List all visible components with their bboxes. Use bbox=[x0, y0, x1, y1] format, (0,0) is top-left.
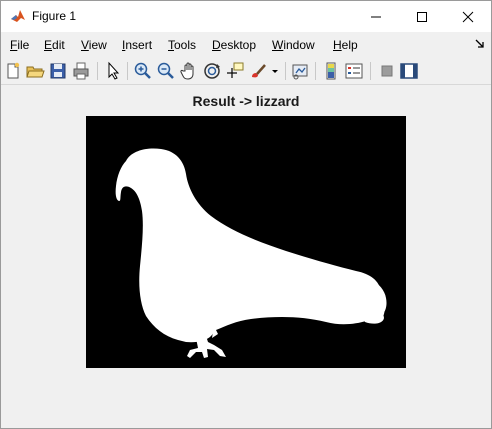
image-axes[interactable] bbox=[86, 116, 406, 368]
minimize-button[interactable] bbox=[353, 1, 399, 32]
bird-silhouette bbox=[86, 116, 406, 368]
matlab-app-icon bbox=[10, 8, 26, 24]
figure-toolbar bbox=[1, 58, 491, 85]
zoom-in-icon[interactable] bbox=[133, 61, 153, 81]
minimize-icon bbox=[371, 16, 381, 17]
maximize-icon bbox=[417, 11, 427, 22]
menu-window-mnemonic: W bbox=[272, 38, 284, 52]
close-icon bbox=[462, 11, 474, 22]
menu-file-label: ile bbox=[17, 38, 30, 52]
menu-view-label: iew bbox=[88, 38, 107, 52]
menu-edit-mnemonic: E bbox=[44, 38, 53, 52]
brush-dropdown-icon[interactable] bbox=[270, 61, 280, 81]
print-icon[interactable] bbox=[71, 61, 91, 81]
insert-colorbar-icon[interactable] bbox=[321, 61, 341, 81]
figure-window: Figure 1 File Edit View Insert Tools Des… bbox=[0, 0, 492, 429]
new-figure-icon[interactable] bbox=[3, 61, 23, 81]
menu-insert[interactable]: Insert bbox=[122, 38, 152, 52]
menu-tools-label: ools bbox=[174, 38, 197, 52]
toolbar-separator bbox=[97, 62, 98, 80]
close-button[interactable] bbox=[445, 1, 491, 32]
window-title: Figure 1 bbox=[32, 9, 77, 23]
menu-file[interactable]: File bbox=[10, 38, 29, 52]
insert-legend-icon[interactable] bbox=[344, 61, 364, 81]
menu-window-label: indow bbox=[283, 38, 315, 52]
link-plot-icon[interactable] bbox=[290, 61, 310, 81]
toolbar-separator bbox=[315, 62, 316, 80]
maximize-button[interactable] bbox=[399, 1, 445, 32]
hide-plot-tools-icon[interactable] bbox=[377, 61, 397, 81]
pan-icon[interactable] bbox=[179, 61, 199, 81]
data-cursor-icon[interactable] bbox=[225, 61, 245, 81]
menu-view-mnemonic: V bbox=[81, 38, 89, 52]
menu-help-label: elp bbox=[341, 38, 358, 52]
toolbar-separator bbox=[127, 62, 128, 80]
menu-insert-label: nsert bbox=[125, 38, 153, 52]
brush-icon[interactable] bbox=[248, 61, 268, 81]
menu-view[interactable]: View bbox=[81, 38, 107, 52]
menu-bar: File Edit View Insert Tools Desktop Wind… bbox=[1, 34, 491, 56]
plot-title: Result -> lizzard bbox=[192, 93, 300, 109]
menu-help-mnemonic: H bbox=[333, 38, 342, 52]
menu-edit-label: dit bbox=[52, 38, 65, 52]
menu-help[interactable]: Help bbox=[333, 38, 358, 52]
open-file-icon[interactable] bbox=[25, 61, 45, 81]
toolbar-separator bbox=[370, 62, 371, 80]
menu-desktop-mnemonic: D bbox=[212, 38, 221, 52]
dock-arrow-icon[interactable] bbox=[475, 39, 485, 49]
show-plot-tools-icon[interactable] bbox=[399, 61, 419, 81]
menu-edit[interactable]: Edit bbox=[44, 38, 65, 52]
menu-desktop-label: esktop bbox=[220, 38, 257, 52]
pointer-icon[interactable] bbox=[103, 61, 123, 81]
toolbar-separator bbox=[285, 62, 286, 80]
menu-desktop[interactable]: Desktop bbox=[212, 38, 256, 52]
save-icon[interactable] bbox=[48, 61, 68, 81]
zoom-out-icon[interactable] bbox=[156, 61, 176, 81]
title-bar: Figure 1 bbox=[1, 1, 491, 32]
menu-window[interactable]: Window bbox=[272, 38, 315, 52]
menu-tools[interactable]: Tools bbox=[168, 38, 196, 52]
rotate-3d-icon[interactable] bbox=[202, 61, 222, 81]
